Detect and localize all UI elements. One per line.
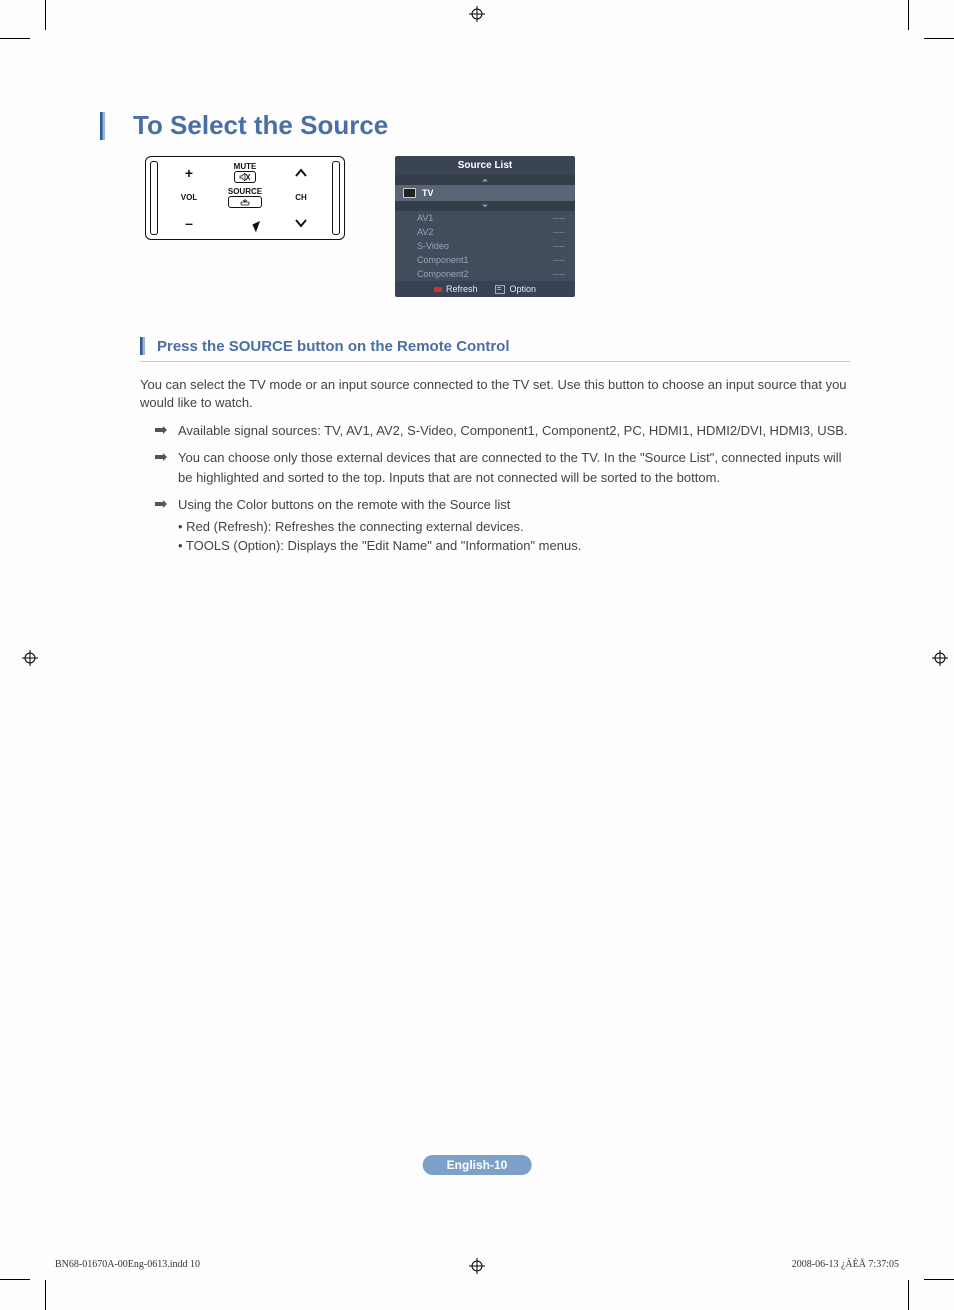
ch-down-icon [294, 216, 308, 230]
source-icon [228, 196, 262, 208]
osd-item-status: ---- [553, 255, 565, 265]
section-title-bar: To Select the Source [100, 110, 850, 141]
crop-mark [924, 1279, 954, 1280]
osd-item: S-Video ---- [395, 239, 575, 253]
footer-left: BN68-01670A-00Eng-0613.indd 10 [55, 1259, 200, 1270]
crop-mark [45, 0, 46, 30]
bullet-text: Available signal sources: TV, AV1, AV2, … [178, 421, 850, 441]
sub-bullet-item: • Red (Refresh): Refreshes the connectin… [178, 517, 850, 537]
bullet-list: Available signal sources: TV, AV1, AV2, … [154, 421, 850, 556]
osd-item: AV1 ---- [395, 211, 575, 225]
bullet-arrow-icon [154, 448, 168, 487]
crop-mark [924, 38, 954, 39]
sub-heading-row: Press the SOURCE button on the Remote Co… [140, 337, 850, 362]
mute-column: MUTE [234, 162, 257, 183]
source-label: SOURCE [228, 187, 262, 196]
manual-page: To Select the Source + MUTE [0, 0, 954, 1310]
osd-item: AV2 ---- [395, 225, 575, 239]
osd-item-status: ---- [553, 269, 565, 279]
registration-mark-icon [22, 650, 38, 666]
osd-item-name: Component1 [417, 255, 469, 265]
footer-right: 2008-06-13 ¿ÀÈÄ 7:37:05 [792, 1259, 899, 1270]
vol-down-icon: – [185, 216, 193, 230]
tv-icon [403, 188, 416, 198]
vol-label: VOL [181, 193, 197, 202]
osd-item-name: AV1 [417, 213, 433, 223]
bullet-item: You can choose only those external devic… [154, 448, 850, 487]
sub-bullet-list: • Red (Refresh): Refreshes the connectin… [178, 517, 850, 556]
callout-arrow-icon [246, 218, 276, 253]
osd-selected-row: TV [395, 185, 575, 201]
sub-stripe-icon [140, 337, 145, 355]
remote-buttons: + MUTE VOL SOURCE [162, 161, 328, 235]
crop-mark [908, 0, 909, 30]
bullet-text: Using the Color buttons on the remote wi… [178, 497, 510, 512]
tools-icon [495, 285, 505, 294]
page-content: To Select the Source + MUTE [100, 110, 850, 556]
figure-row: + MUTE VOL SOURCE [145, 156, 850, 297]
crop-mark [0, 38, 30, 39]
remote-right-edge [332, 161, 340, 235]
section-title: To Select the Source [133, 110, 388, 141]
registration-mark-icon [469, 6, 485, 22]
osd-footer: Refresh Option [395, 281, 575, 297]
source-list-osd: Source List TV AV1 ---- AV2 ---- S-Video [395, 156, 575, 297]
osd-scroll-down-icon [395, 201, 575, 211]
remote-diagram: + MUTE VOL SOURCE [145, 156, 345, 240]
ch-up-icon [294, 166, 308, 180]
osd-item-status: ---- [553, 241, 565, 251]
bullet-arrow-icon [154, 421, 168, 441]
page-number-badge: English-10 [423, 1155, 532, 1175]
osd-item: Component1 ---- [395, 253, 575, 267]
bullet-text: You can choose only those external devic… [178, 448, 850, 487]
osd-refresh-label: Refresh [446, 284, 478, 294]
bullet-block: Using the Color buttons on the remote wi… [178, 495, 850, 556]
osd-scroll-up-icon [395, 175, 575, 185]
source-column: SOURCE [228, 187, 262, 208]
vol-up-icon: + [185, 166, 193, 180]
ch-label: CH [295, 193, 307, 202]
crop-mark [45, 1280, 46, 1310]
intro-paragraph: You can select the TV mode or an input s… [140, 376, 850, 412]
osd-item-status: ---- [553, 213, 565, 223]
osd-option-label: Option [509, 284, 536, 294]
mute-label: MUTE [234, 162, 257, 171]
imprint-footer: BN68-01670A-00Eng-0613.indd 10 2008-06-1… [55, 1259, 899, 1270]
red-button-icon [434, 287, 442, 292]
sub-heading: Press the SOURCE button on the Remote Co… [157, 338, 510, 355]
bullet-item: Using the Color buttons on the remote wi… [154, 495, 850, 556]
osd-item-name: S-Video [417, 241, 449, 251]
crop-mark [0, 1279, 30, 1280]
remote-left-edge [150, 161, 158, 235]
osd-title: Source List [395, 156, 575, 175]
osd-item-status: ---- [553, 227, 565, 237]
crop-mark [908, 1280, 909, 1310]
bullet-item: Available signal sources: TV, AV1, AV2, … [154, 421, 850, 441]
mute-icon [234, 171, 257, 183]
registration-mark-icon [932, 650, 948, 666]
osd-option: Option [495, 284, 536, 294]
sub-bullet-item: • TOOLS (Option): Displays the "Edit Nam… [178, 536, 850, 556]
osd-selected-label: TV [422, 188, 434, 198]
osd-item: Component2 ---- [395, 267, 575, 281]
bullet-arrow-icon [154, 495, 168, 556]
osd-refresh: Refresh [434, 284, 478, 294]
title-stripe-icon [100, 112, 105, 140]
osd-item-name: Component2 [417, 269, 469, 279]
osd-item-name: AV2 [417, 227, 433, 237]
sub-section: Press the SOURCE button on the Remote Co… [140, 337, 850, 555]
